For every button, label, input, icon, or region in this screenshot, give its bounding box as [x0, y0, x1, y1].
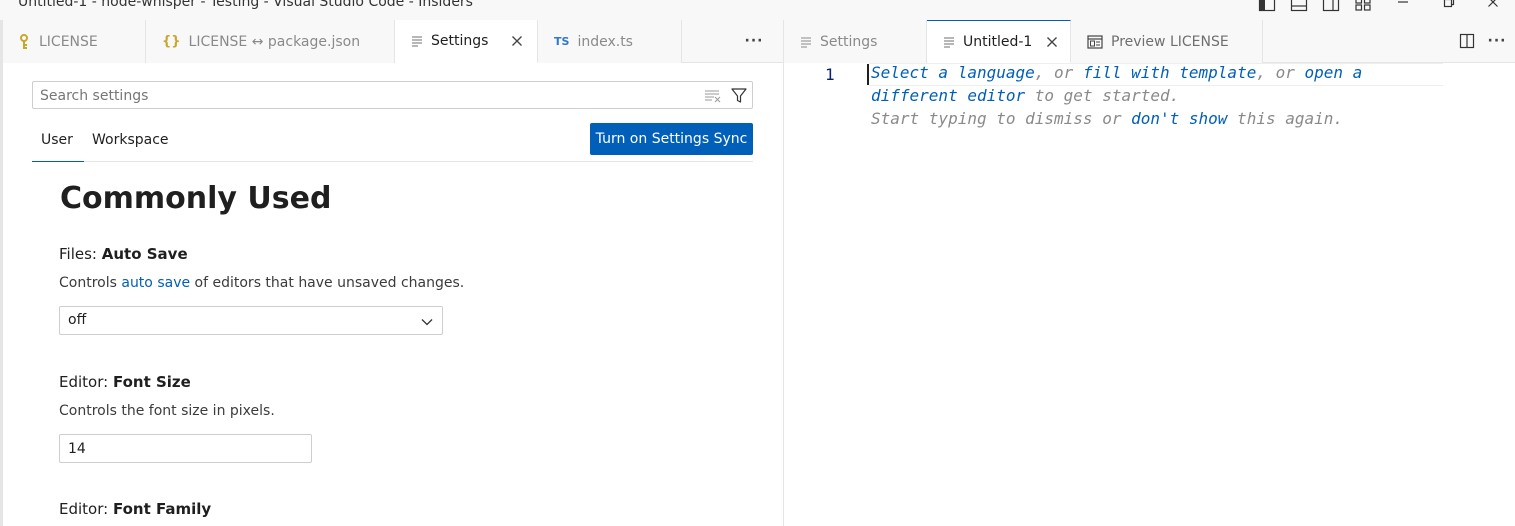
toggle-panel-button[interactable]	[1283, 0, 1315, 20]
settings-file-icon	[800, 36, 812, 48]
fill-template-link[interactable]: fill with template	[1083, 63, 1256, 82]
tab-settings-right[interactable]: Settings	[784, 20, 927, 63]
setting-title-font-size: Editor: Font Size	[59, 373, 191, 391]
editor-hint-line-3: Start typing to dismiss or don't show th…	[871, 109, 1344, 128]
settings-file-icon	[943, 36, 955, 48]
layout-grid-icon	[1355, 0, 1371, 11]
editor-group-right: Settings Untitled-1 Preview LICENSE ··· …	[783, 20, 1515, 526]
font-size-input[interactable]	[59, 434, 312, 463]
tab-label: LICENSE	[39, 33, 98, 50]
clear-all-icon	[705, 90, 721, 103]
more-actions-button[interactable]: ···	[742, 30, 766, 52]
tab-label: Preview LICENSE	[1111, 33, 1229, 50]
tab-bar-left: LICENSE {} LICENSE ↔ package.json Settin…	[3, 20, 783, 63]
ellipsis-icon: ···	[1487, 33, 1507, 49]
editor-group-left: LICENSE {} LICENSE ↔ package.json Settin…	[0, 20, 783, 526]
customize-layout-button[interactable]	[1347, 0, 1379, 20]
line-number: 1	[825, 65, 835, 84]
settings-search-input[interactable]	[40, 86, 680, 106]
tab-untitled-1[interactable]: Untitled-1	[927, 20, 1071, 63]
editor-hint-line-2: different editor to get started.	[871, 86, 1180, 105]
settings-search-box	[32, 81, 753, 109]
tab-label: Settings	[820, 33, 878, 50]
select-value: off	[68, 312, 87, 328]
tab-license[interactable]: LICENSE	[3, 20, 146, 63]
section-title: Commonly Used	[60, 181, 332, 216]
restore-icon	[1443, 0, 1455, 8]
window-controls	[1251, 0, 1515, 20]
preview-icon	[1087, 34, 1103, 49]
editor-hint-line-1: Select a language, or fill with template…	[871, 63, 1363, 82]
minimize-button[interactable]	[1379, 0, 1427, 20]
tab-preview-license[interactable]: Preview LICENSE	[1071, 20, 1263, 63]
tab-workspace[interactable]: Workspace	[92, 132, 169, 148]
tab-user[interactable]: User	[41, 132, 73, 148]
active-tab-indicator	[32, 161, 84, 162]
typescript-icon: TS	[554, 35, 570, 48]
close-icon	[1488, 0, 1498, 7]
json-braces-icon: {}	[162, 34, 181, 49]
select-language-link[interactable]: Select a language	[871, 63, 1035, 82]
text-cursor	[867, 64, 869, 85]
auto-save-select[interactable]: off	[59, 306, 443, 335]
restore-button[interactable]	[1427, 0, 1471, 20]
layout-sidebar-left-icon	[1258, 0, 1276, 12]
tab-bar-right: Settings Untitled-1 Preview LICENSE ···	[784, 20, 1515, 63]
turn-on-settings-sync-button[interactable]: Turn on Settings Sync	[590, 123, 753, 155]
close-tab-button[interactable]	[1044, 34, 1060, 50]
minimize-icon	[1398, 1, 1408, 3]
setting-desc-font-size: Controls the font size in pixels.	[59, 403, 275, 419]
clear-filter-button[interactable]	[704, 88, 722, 104]
close-icon	[512, 36, 522, 46]
filter-icon	[731, 88, 747, 103]
layout-sidebar-right-icon	[1322, 0, 1340, 12]
split-editor-button[interactable]	[1455, 30, 1479, 52]
more-actions-button[interactable]: ···	[1485, 30, 1509, 52]
tab-label: Untitled-1	[963, 33, 1033, 50]
tab-license-diff[interactable]: {} LICENSE ↔ package.json	[146, 20, 395, 63]
filter-settings-button[interactable]	[730, 87, 748, 105]
toggle-secondary-sidebar-button[interactable]	[1315, 0, 1347, 20]
close-tab-button[interactable]	[509, 33, 525, 49]
ellipsis-icon: ···	[744, 33, 764, 49]
close-window-button[interactable]	[1471, 0, 1515, 20]
setting-title-font-family: Editor: Font Family	[59, 500, 212, 518]
layout-panel-icon	[1290, 0, 1308, 12]
split-horizontal-icon	[1459, 33, 1475, 49]
tab-index-ts[interactable]: TS index.ts	[538, 20, 682, 63]
toggle-primary-sidebar-button[interactable]	[1251, 0, 1283, 20]
title-bar: Untitled-1 - node-whisper - Testing - Vi…	[0, 0, 1515, 20]
key-icon	[19, 33, 31, 50]
window-title: Untitled-1 - node-whisper - Testing - Vi…	[18, 0, 473, 10]
settings-file-icon	[411, 35, 423, 47]
setting-desc-auto-save: Controls auto save of editors that have …	[59, 275, 465, 291]
dont-show-link[interactable]: don't show	[1131, 109, 1227, 128]
tab-settings[interactable]: Settings	[395, 20, 538, 63]
setting-title-auto-save: Files: Auto Save	[59, 245, 188, 263]
tab-label: LICENSE ↔ package.json	[188, 33, 361, 50]
open-editor-link[interactable]: open a	[1305, 63, 1363, 82]
different-editor-link[interactable]: different editor	[871, 86, 1025, 105]
chevron-down-icon	[420, 314, 434, 333]
tab-label: Settings	[431, 33, 489, 49]
auto-save-link[interactable]: auto save	[121, 275, 190, 291]
tab-label: index.ts	[577, 33, 633, 50]
close-icon	[1047, 37, 1057, 47]
